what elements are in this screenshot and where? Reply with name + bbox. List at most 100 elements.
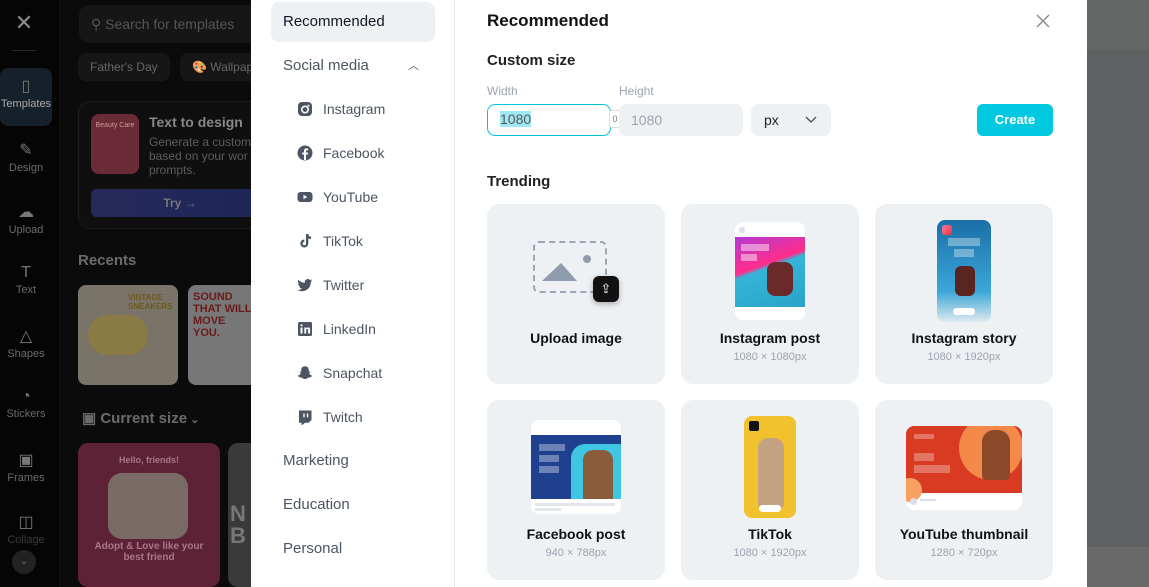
- chip-wallpaper[interactable]: 🎨 Wallpap: [180, 53, 260, 81]
- card-name: Upload image: [530, 330, 622, 346]
- card-title: Hello, friends!: [118, 455, 179, 465]
- template-search-input[interactable]: ⚲ Search for templates: [79, 5, 259, 43]
- rail-label: Templates: [0, 98, 52, 110]
- rail-expand-button[interactable]: ⌄: [12, 550, 36, 574]
- facebook-post-preview: [531, 420, 621, 514]
- nav-label: Twitch: [323, 409, 363, 425]
- text-icon: T: [21, 264, 31, 281]
- rail-item-shapes[interactable]: △ Shapes: [0, 326, 52, 360]
- card-tiktok[interactable]: TikTok 1080 × 1920px: [681, 400, 859, 580]
- rail-item-collage[interactable]: ◫ Collage: [0, 512, 52, 546]
- unit-select[interactable]: px: [751, 104, 831, 136]
- height-value: 1080: [631, 112, 663, 128]
- search-icon: ⚲: [91, 16, 106, 32]
- nav-personal[interactable]: Personal: [271, 529, 435, 569]
- nav-twitch[interactable]: Twitch: [297, 406, 363, 428]
- close-icon: [1036, 14, 1050, 28]
- card-youtube-thumbnail[interactable]: YouTube thumbnail 1280 × 720px: [875, 400, 1053, 580]
- card-instagram-post[interactable]: Instagram post 1080 × 1080px: [681, 204, 859, 384]
- nav-instagram[interactable]: Instagram: [297, 98, 385, 120]
- facebook-icon: [297, 145, 313, 161]
- card-size: 1280 × 720px: [930, 547, 998, 559]
- text-to-design-title: Text to design: [149, 114, 243, 130]
- snapchat-icon: [297, 366, 313, 379]
- card-text: Adopt & Love like your best friend: [94, 541, 204, 563]
- recent-item[interactable]: VINTAGE SNEAKERS: [78, 285, 178, 385]
- modal-title: Recommended: [487, 11, 609, 30]
- nav-facebook[interactable]: Facebook: [297, 142, 384, 164]
- nav-tiktok[interactable]: TikTok: [297, 230, 363, 252]
- chip-fathers-day[interactable]: Father's Day: [78, 53, 170, 81]
- size-template-card[interactable]: Hello, friends! Adopt & Love like your b…: [78, 443, 220, 587]
- create-button[interactable]: Create: [977, 104, 1053, 136]
- card-name: Instagram post: [719, 330, 821, 346]
- width-value: 1080: [500, 111, 532, 127]
- width-input[interactable]: 1080: [487, 104, 611, 136]
- rail-item-templates[interactable]: ▯ Templates: [0, 68, 52, 126]
- height-input[interactable]: 1080: [619, 104, 743, 136]
- nav-label: Marketing: [283, 452, 349, 469]
- modal-content: Recommended Custom size Width Height 108…: [455, 0, 1087, 587]
- nav-label: Facebook: [323, 145, 385, 161]
- chevron-down-icon: ⌄: [187, 414, 200, 426]
- instagram-icon: [298, 102, 312, 116]
- custom-size-heading: Custom size: [487, 52, 576, 69]
- collage-icon: ◫: [18, 514, 34, 531]
- tiktok-preview: [744, 416, 796, 518]
- nav-youtube[interactable]: YouTube: [297, 186, 378, 208]
- cat-image: [108, 473, 188, 539]
- nav-label: LinkedIn: [323, 321, 376, 337]
- rail-label: Text: [15, 284, 37, 296]
- card-instagram-story[interactable]: Instagram story 1080 × 1920px: [875, 204, 1053, 384]
- dim-bottom: [1087, 547, 1149, 587]
- card-name: YouTube thumbnail: [899, 526, 1029, 542]
- rail-label: Design: [8, 162, 44, 174]
- nav-marketing[interactable]: Marketing: [271, 441, 435, 481]
- rail-item-frames[interactable]: ▣ Frames: [0, 450, 52, 484]
- design-icon: ✎: [19, 142, 33, 159]
- sneaker-image: [88, 315, 148, 355]
- search-placeholder: Search for templates: [105, 16, 235, 32]
- nav-recommended[interactable]: Recommended: [271, 2, 435, 42]
- twitter-icon: [297, 279, 313, 292]
- recent-item[interactable]: SOUND THAT WILL MOVE YOU.: [188, 285, 260, 385]
- chevron-down-icon: [805, 104, 817, 136]
- new-design-modal: Recommended Social media ︿ Instagram Fac…: [251, 0, 1087, 587]
- nav-label: Social media: [283, 57, 369, 74]
- text-to-design-thumbnail: Beauty Care: [91, 114, 139, 174]
- recents-heading: Recents: [78, 252, 137, 269]
- close-button[interactable]: [1033, 12, 1053, 32]
- card-size: 1080 × 1080px: [733, 351, 807, 363]
- card-facebook-post[interactable]: Facebook post 940 × 788px: [487, 400, 665, 580]
- text-to-design-card: Beauty Care Text to design Generate a cu…: [78, 101, 269, 229]
- rail-item-stickers[interactable]: ◔ Stickers: [0, 388, 52, 420]
- card-size: 1080 × 1920px: [927, 351, 1001, 363]
- templates-icon: ▯: [21, 78, 31, 95]
- instagram-story-preview: [937, 220, 991, 322]
- card-upload-image[interactable]: ⇪ Upload image: [487, 204, 665, 384]
- rail-item-upload[interactable]: ☁ Upload: [0, 202, 52, 236]
- card-name: TikTok: [748, 526, 792, 542]
- dim-top: [1087, 0, 1149, 50]
- shapes-icon: △: [19, 328, 33, 345]
- recent-label: SOUND THAT WILL MOVE YOU.: [193, 291, 252, 339]
- nav-label: TikTok: [323, 233, 363, 249]
- nav-twitter[interactable]: Twitter: [297, 274, 364, 296]
- app-root: ✕ ▯ Templates ✎ Design ☁ Upload T Text △…: [0, 0, 1149, 587]
- nav-snapchat[interactable]: Snapchat: [297, 362, 382, 384]
- rail-item-text[interactable]: T Text: [0, 264, 52, 296]
- rail-label: Upload: [8, 224, 44, 236]
- stickers-icon: ◔: [21, 388, 31, 405]
- card-name: Facebook post: [526, 526, 626, 542]
- width-label: Width: [487, 84, 518, 98]
- left-rail: ✕ ▯ Templates ✎ Design ☁ Upload T Text △…: [0, 0, 60, 587]
- category-nav: Recommended Social media ︿ Instagram Fac…: [251, 0, 455, 587]
- nav-education[interactable]: Education: [271, 485, 435, 525]
- height-label: Height: [619, 84, 654, 98]
- tiktok-icon: [300, 234, 311, 248]
- rail-item-design[interactable]: ✎ Design: [0, 140, 52, 174]
- nav-linkedin[interactable]: LinkedIn: [297, 318, 376, 340]
- nav-social-media[interactable]: Social media ︿: [271, 46, 435, 86]
- current-size-heading[interactable]: ▣ Current size ⌄: [82, 409, 199, 427]
- try-button[interactable]: Try →: [91, 189, 269, 217]
